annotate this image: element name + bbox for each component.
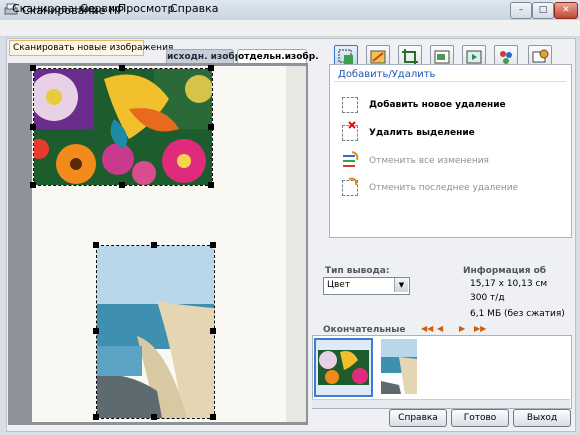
file-size: 6,1 МБ (без сжатия) [470, 309, 565, 319]
resize-handle[interactable] [151, 242, 157, 248]
resize-handle[interactable] [210, 414, 216, 420]
tab-separate-image[interactable]: отдельн.изобр. [237, 49, 319, 64]
close-button[interactable]: ✕ [554, 2, 578, 19]
panel-title: Добавить/Удалить [338, 69, 436, 80]
thumbnails-scrollbar[interactable] [312, 399, 570, 408]
scan-new-images-button[interactable]: Сканировать новые изображения [9, 40, 173, 56]
resize-handle[interactable] [210, 328, 216, 334]
output-type-value: Цвет [327, 280, 351, 290]
prev-arrow-icon[interactable]: ◀ [437, 324, 443, 333]
undo-last-icon [342, 177, 358, 196]
undo-all-icon [342, 151, 360, 169]
first-arrow-icon[interactable]: ◀◀ [421, 324, 433, 333]
help-button[interactable]: Справка [389, 409, 447, 427]
minimize-button[interactable]: – [510, 2, 532, 19]
beach-selection[interactable] [96, 245, 215, 419]
resize-handle[interactable] [119, 182, 125, 188]
undo-all-changes-action[interactable]: Отменить все изменения [369, 156, 489, 166]
resize-handle[interactable] [93, 242, 99, 248]
tab-original-image[interactable]: исходн. изобр. [166, 49, 245, 64]
final-images-label: Окончательные [323, 325, 406, 335]
resize-handle[interactable] [93, 328, 99, 334]
chevron-down-icon[interactable]: ▼ [394, 278, 408, 292]
image-size: 15,17 x 10,13 см [470, 279, 548, 289]
menu-view[interactable]: Просмотр [118, 2, 174, 15]
resize-handle[interactable] [93, 414, 99, 420]
menu-help[interactable]: Справка [170, 2, 218, 15]
preview-edge [286, 66, 306, 422]
resize-handle[interactable] [210, 242, 216, 248]
menu-bar [0, 20, 580, 37]
flowers-selection[interactable] [33, 68, 213, 186]
thumbnail-beach[interactable] [381, 339, 417, 394]
last-arrow-icon[interactable]: ▶▶ [474, 324, 486, 333]
add-new-selection-action[interactable]: Добавить новое удаление [369, 100, 506, 110]
menu-service[interactable]: Сервис [80, 2, 121, 15]
add-selection-icon [342, 97, 358, 113]
resize-handle[interactable] [30, 182, 36, 188]
panel-divider [334, 81, 566, 82]
maximize-button[interactable]: □ [532, 2, 554, 19]
undo-last-delete-action[interactable]: Отменить последнее удаление [369, 183, 518, 193]
output-type-label: Тип вывода: [325, 266, 390, 276]
resize-handle[interactable] [119, 65, 125, 71]
delete-selection-action[interactable]: Удалить выделение [369, 128, 475, 138]
resize-handle[interactable] [208, 182, 214, 188]
exit-button[interactable]: Выход [513, 409, 571, 427]
resize-handle[interactable] [151, 414, 157, 420]
resize-handle[interactable] [30, 65, 36, 71]
thumbnail-selected[interactable] [314, 338, 373, 397]
resize-handle[interactable] [208, 65, 214, 71]
info-label: Информация об [463, 266, 547, 276]
done-button[interactable]: Готово [451, 409, 509, 427]
delete-selection-icon [342, 121, 358, 141]
add-remove-panel [329, 64, 572, 238]
image-resolution: 300 т/д [470, 293, 505, 303]
resize-handle[interactable] [208, 124, 214, 130]
resize-handle[interactable] [30, 124, 36, 130]
next-arrow-icon[interactable]: ▶ [459, 324, 465, 333]
